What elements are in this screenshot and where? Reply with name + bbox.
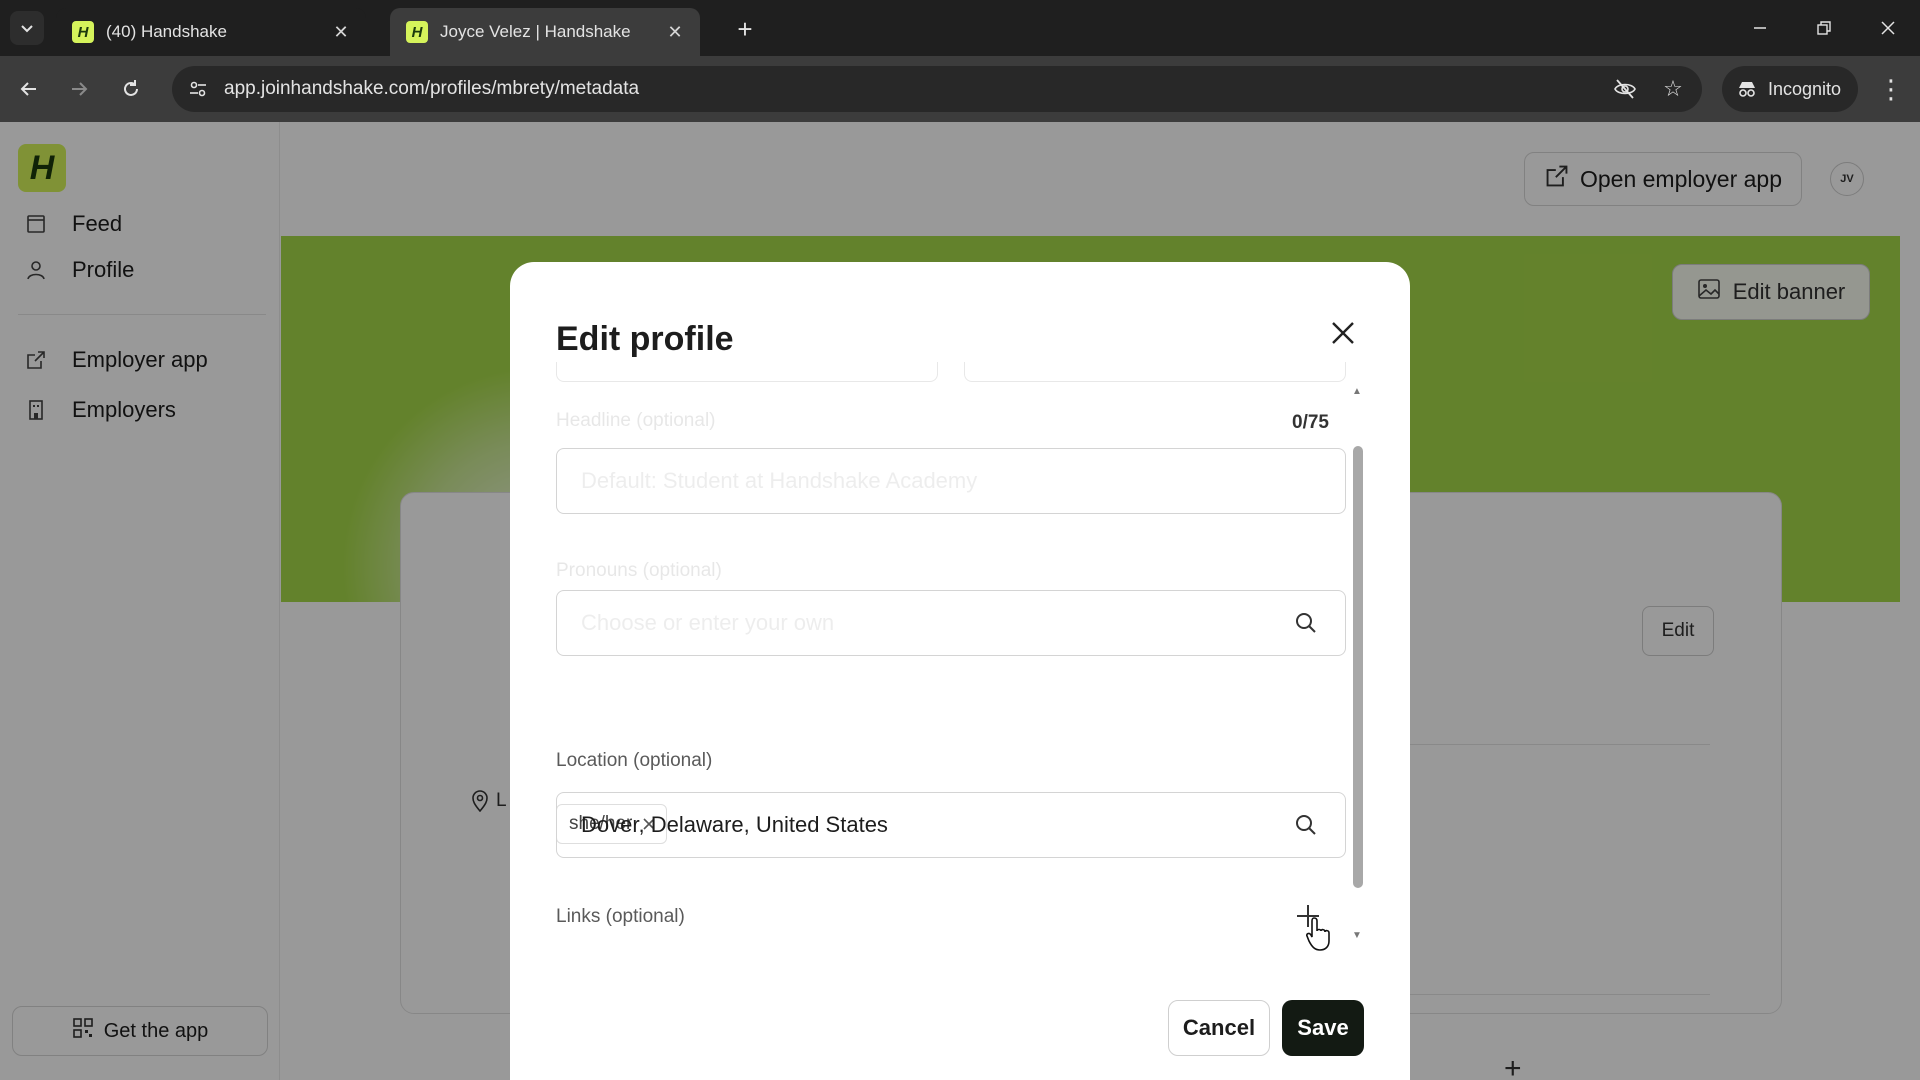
browser-tab-active[interactable]: H Joyce Velez | Handshake ✕ — [390, 8, 700, 56]
back-arrow-icon — [20, 82, 36, 96]
tab-title: Joyce Velez | Handshake — [440, 22, 631, 41]
tab-search-button[interactable] — [10, 11, 44, 45]
reload-button[interactable] — [112, 70, 150, 108]
eye-off-icon[interactable] — [1606, 70, 1644, 108]
chevron-down-icon — [21, 25, 33, 33]
handshake-favicon-icon: H — [406, 21, 428, 43]
forward-arrow-icon — [72, 82, 88, 96]
location-value: Dover, Delaware, United States — [581, 812, 888, 837]
tab-title: (40) Handshake — [106, 22, 227, 41]
browser-menu-icon[interactable]: ⋮ — [1872, 70, 1910, 108]
new-tab-button[interactable]: + — [728, 14, 762, 44]
pronouns-label: Pronouns (optional) — [556, 560, 722, 581]
name-field-stub[interactable] — [964, 362, 1346, 382]
browser-tab[interactable]: H (40) Handshake ✕ — [56, 8, 366, 56]
edit-profile-modal: Edit profile Headline (optional) 0/75 De… — [510, 262, 1410, 1080]
handshake-favicon-icon: H — [72, 21, 94, 43]
pointer-cursor-icon — [1304, 916, 1334, 957]
links-label: Links (optional) — [556, 906, 685, 927]
name-field-stub[interactable] — [556, 362, 938, 382]
close-icon — [1881, 21, 1895, 35]
modal-title: Edit profile — [556, 320, 734, 358]
reload-icon — [124, 80, 138, 96]
minimize-icon — [1754, 27, 1766, 29]
headline-label: Headline (optional) — [556, 410, 716, 431]
minimize-button[interactable] — [1730, 8, 1790, 48]
incognito-label: Incognito — [1768, 78, 1842, 99]
close-tab-icon[interactable]: ✕ — [664, 21, 686, 43]
scroll-down-arrow[interactable]: ▼ — [1352, 930, 1362, 941]
search-icon — [1291, 608, 1321, 638]
scroll-up-arrow[interactable]: ▲ — [1352, 386, 1362, 397]
forward-button[interactable] — [60, 70, 98, 108]
save-button[interactable]: Save — [1282, 1000, 1364, 1056]
close-tab-icon[interactable]: ✕ — [330, 21, 352, 43]
modal-scrollbar[interactable]: ▲ ▼ — [1346, 386, 1370, 942]
search-icon — [1291, 810, 1321, 840]
pronouns-input[interactable]: Choose or enter your own — [556, 590, 1346, 656]
close-window-button[interactable] — [1858, 8, 1918, 48]
headline-input[interactable]: Default: Student at Handshake Academy — [556, 448, 1346, 514]
bookmark-star-icon[interactable]: ☆ — [1654, 70, 1692, 108]
location-input[interactable]: Dover, Delaware, United States — [556, 792, 1346, 858]
close-icon — [1332, 322, 1354, 344]
browser-toolbar: app.joinhandshake.com/profiles/mbrety/me… — [0, 56, 1920, 122]
restore-button[interactable] — [1794, 8, 1854, 48]
back-button[interactable] — [10, 70, 48, 108]
restore-icon — [1817, 21, 1831, 35]
cancel-button[interactable]: Cancel — [1168, 1000, 1270, 1056]
headline-counter: 0/75 — [1292, 412, 1329, 433]
site-settings-icon[interactable] — [178, 69, 218, 109]
url-text: app.joinhandshake.com/profiles/mbrety/me… — [224, 78, 640, 99]
close-modal-button[interactable] — [1320, 310, 1366, 356]
browser-tab-bar: H (40) Handshake ✕ H Joyce Velez | Hands… — [0, 0, 1920, 56]
address-bar[interactable]: app.joinhandshake.com/profiles/mbrety/me… — [172, 66, 1702, 112]
scrollbar-thumb[interactable] — [1353, 446, 1363, 888]
pronouns-placeholder: Choose or enter your own — [581, 610, 835, 635]
headline-placeholder: Default: Student at Handshake Academy — [581, 468, 978, 493]
location-label: Location (optional) — [556, 750, 713, 771]
incognito-icon — [1739, 82, 1755, 97]
incognito-badge[interactable]: Incognito — [1722, 66, 1858, 112]
